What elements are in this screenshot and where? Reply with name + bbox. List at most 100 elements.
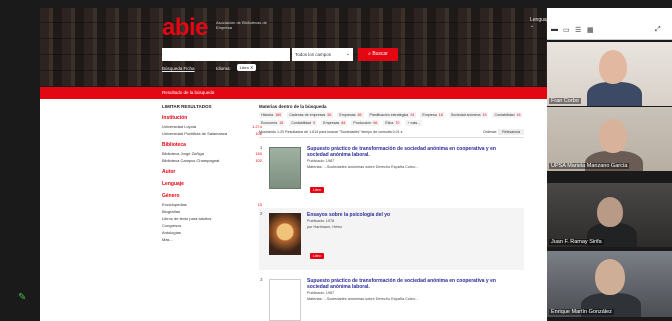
results-count-text: Mostrando 1-20 Resultados de 1.614 para …: [259, 130, 403, 134]
facet-row[interactable]: Universidad Loyola 1.274: [162, 124, 262, 129]
subject-tag[interactable]: Empresas 84: [321, 120, 348, 126]
facet-label: Biblioteca Jorge Zúñiga: [162, 151, 204, 156]
facet-label: Enciclopedias: [162, 202, 187, 207]
subject-tag[interactable]: Empresa 18: [420, 112, 445, 118]
participant-face: [599, 119, 627, 153]
participant-video[interactable]: UPSA Mariela Manzano García: [547, 107, 672, 171]
subject-tag-count: 70: [395, 121, 400, 125]
grid-icon[interactable]: ▦: [587, 26, 594, 34]
subject-tag-label: Cadenas de empresas: [289, 113, 326, 117]
subject-tag[interactable]: Planificación estratégica 24: [367, 112, 417, 118]
facet-label: Congresos: [162, 223, 182, 228]
participant-silhouette: [587, 82, 642, 106]
speaker-view-icon[interactable]: ▭: [563, 26, 570, 34]
facet-row[interactable]: Enciclopedias 15: [162, 202, 262, 207]
facet-label: Universidad Loyola: [162, 124, 197, 129]
result-subjects: por Hartmann, Heinz: [307, 225, 343, 229]
participant-video[interactable]: Enrique Martín González: [547, 251, 672, 317]
search-button[interactable]: ⌕ Buscar: [358, 48, 398, 61]
result-item[interactable]: 3 Supuesto práctico de transformación de…: [259, 274, 524, 321]
subject-tag[interactable]: Ética 70: [383, 120, 402, 126]
subject-tag[interactable]: Producción 66: [351, 120, 380, 126]
subject-tag-label: Producción: [353, 121, 372, 125]
left-panel: ✎: [0, 0, 40, 321]
header-banner: abie Asociación de Bibliotecas de Empres…: [40, 8, 547, 87]
filter-chip[interactable]: Libro ✕: [237, 64, 257, 71]
gallery-view-icon[interactable]: ☰: [575, 26, 581, 34]
subject-tag[interactable]: Sociedad anónima 19: [448, 112, 489, 118]
subject-tag[interactable]: Cadenas de empresas 55: [287, 112, 334, 118]
result-title[interactable]: Supuesto práctico de transformación de s…: [307, 146, 507, 158]
advanced-search-link[interactable]: Búsqueda Ficha: [162, 66, 195, 71]
subjects-more-link[interactable]: + más...: [405, 120, 423, 126]
subject-tag-count: 16: [516, 113, 521, 117]
facet-title-biblioteca[interactable]: Biblioteca: [162, 142, 262, 148]
facets-more-link[interactable]: Más...: [162, 237, 262, 242]
search-field-select[interactable]: Todos los campos ⌄: [292, 48, 353, 61]
subject-tag-count: 24: [410, 113, 415, 117]
facet-title-genero[interactable]: Género: [162, 193, 262, 199]
subject-tag-count: 18: [438, 113, 443, 117]
facets-header: LIMITAR RESULTADOS: [162, 104, 212, 109]
facet-row[interactable]: Biografías6: [162, 209, 262, 214]
participant-video[interactable]: Fran Corbo: [547, 42, 672, 106]
facet-row[interactable]: Biblioteca Campus Champagnat 102: [162, 158, 262, 163]
subject-tag-count: 85: [357, 113, 362, 117]
result-number: 2: [260, 211, 263, 216]
result-item[interactable]: 1 Supuesto práctico de transformación de…: [259, 142, 524, 204]
facet-title-institucion[interactable]: Institución: [162, 115, 262, 121]
site-logo[interactable]: abie: [162, 14, 209, 42]
facets-more-label: Más...: [162, 237, 173, 242]
search-button-label: Buscar: [372, 51, 388, 57]
subject-tag[interactable]: Economía 15: [259, 120, 286, 126]
participant-face: [599, 50, 627, 84]
subject-tag-count: 9: [313, 121, 316, 125]
facet-row[interactable]: Libros de texto para adultos6: [162, 216, 262, 221]
result-title[interactable]: Ensayos sobre la psicología del yo: [307, 212, 507, 218]
subjects-title: Materias dentro de la búsqueda: [259, 104, 327, 109]
minimize-icon[interactable]: ▬: [551, 26, 558, 33]
facet-row[interactable]: Universidad Pontificia de Salamanca 108: [162, 131, 262, 136]
participant-name: Enrique Martín González: [549, 309, 614, 315]
logo-subtitle: Asociación de Bibliotecas de Empresa: [216, 20, 267, 30]
result-published: Publicado: 1987: [307, 291, 335, 295]
expand-icon[interactable]: ⤢: [655, 26, 661, 34]
book-cover[interactable]: [269, 279, 301, 321]
breadcrumb-label[interactable]: Resultado de la búsqueda: [162, 90, 214, 95]
subject-tag[interactable]: Contabilidad 16: [492, 112, 523, 118]
search-input[interactable]: [162, 48, 290, 61]
facet-row[interactable]: Congresos4: [162, 223, 262, 228]
subject-tag-label: Empresas: [339, 113, 356, 117]
subject-tag[interactable]: Historia 180: [259, 112, 284, 118]
pen-tool-icon[interactable]: ✎: [18, 292, 26, 303]
participant-video[interactable]: Juan F. Ramay Sirifa: [547, 183, 672, 247]
subject-tag-count: 180: [275, 113, 282, 117]
facet-title-autor[interactable]: Autor: [162, 169, 262, 175]
facet-title-lenguaje[interactable]: Lenguaje: [162, 181, 262, 187]
result-title[interactable]: Supuesto práctico de transformación de s…: [307, 278, 507, 290]
language-selector[interactable]: Lenguaje ⌄: [530, 17, 547, 29]
subject-tag[interactable]: Empresas 85: [337, 112, 364, 118]
participant-name: Juan F. Ramay Sirifa: [549, 239, 604, 245]
subject-tag-label: Contabilidad: [494, 113, 515, 117]
subject-tags: Historia 180 Cadenas de empresas 55 Empres…: [259, 112, 524, 126]
facet-row[interactable]: Antologías3: [162, 230, 262, 235]
results-summary: Mostrando 1-20 Resultados de 1.614 para …: [259, 129, 524, 138]
result-number: 1: [260, 145, 263, 150]
book-cover[interactable]: [269, 147, 301, 189]
subject-tag[interactable]: Contabilidad 9: [289, 120, 318, 126]
format-badge: Libro: [310, 187, 324, 193]
subject-tag-count: 84: [341, 121, 346, 125]
result-published: Publicado: 1987: [307, 159, 335, 163]
book-cover[interactable]: [269, 213, 301, 255]
sort-select[interactable]: Relevancia: [498, 129, 524, 135]
language-filter-label: Idioma:: [216, 66, 231, 71]
result-subjects: Materias: ...Sociedades anónimas sobre D…: [307, 297, 419, 301]
facet-row[interactable]: Biblioteca Jorge Zúñiga 150: [162, 151, 262, 156]
subject-tag-label: Sociedad anónima: [450, 113, 481, 117]
subject-tag-label: Empresas: [323, 121, 340, 125]
result-item[interactable]: 2 Ensayos sobre la psicología del yo Pub…: [259, 208, 524, 270]
subject-tag-count: 66: [373, 121, 378, 125]
facets-sidebar: LIMITAR RESULTADOS Institución Universid…: [162, 104, 262, 244]
chevron-down-icon: ⌄: [345, 51, 350, 57]
